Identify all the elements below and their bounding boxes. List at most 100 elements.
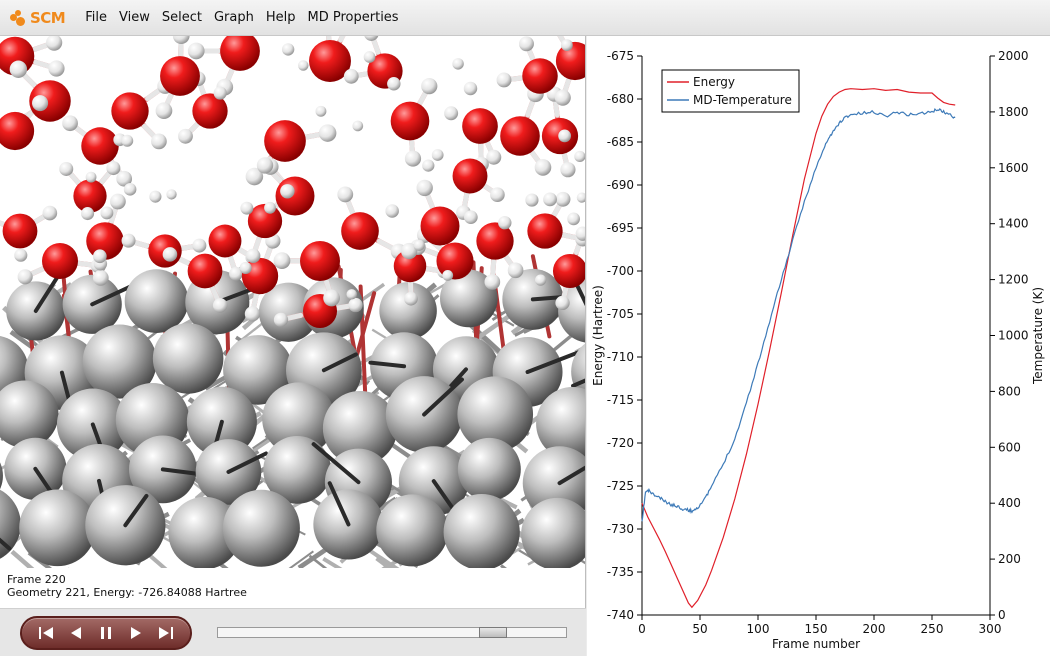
hydrogen-atom (178, 128, 193, 144)
oxygen-atom (462, 108, 498, 144)
hydrogen-atom (239, 261, 252, 274)
y-tick-label: -685 (607, 135, 634, 149)
oxygen-atom (452, 158, 488, 194)
step-back-icon (71, 627, 82, 639)
hydrogen-atom (59, 161, 74, 176)
oxygen-atom (420, 206, 460, 246)
skip-to-end-button[interactable] (154, 622, 176, 644)
hydrogen-atom (81, 207, 95, 221)
x-tick-label: 200 (863, 622, 886, 636)
metal-atom (558, 279, 585, 343)
oxygen-atom (275, 176, 315, 216)
step-forward-button[interactable] (125, 622, 147, 644)
hydrogen-atom (496, 72, 512, 88)
y-tick-label: -730 (607, 522, 634, 536)
x-tick-label: 0 (638, 622, 646, 636)
hydrogen-atom (121, 233, 136, 248)
y-tick-label: -735 (607, 565, 634, 579)
series-line-energy (641, 88, 956, 609)
hydrogen-atom (298, 60, 309, 71)
metal-atom (376, 494, 449, 567)
y-tick-label: -680 (607, 92, 634, 106)
hydrogen-atom (212, 298, 228, 313)
hydrogen-atom (244, 306, 261, 322)
hydrogen-atom (567, 212, 580, 226)
hydrogen-atom (240, 201, 254, 215)
molecule-viewport[interactable] (0, 36, 586, 568)
hydrogen-atom (431, 149, 444, 161)
hydrogen-atom (535, 274, 547, 286)
legend-entry: MD-Temperature (693, 93, 792, 107)
lattice-bond (148, 554, 168, 568)
skip-to-start-icon (38, 627, 53, 639)
energy-temperature-chart[interactable]: 0 50 100 150 200 250 300 -740 -735 -730 -725 -720 -7… (587, 36, 1050, 656)
hydrogen-atom (187, 42, 205, 60)
hydrogen-atom (404, 291, 418, 306)
menu-md-properties[interactable]: MD Properties (302, 10, 405, 25)
hydrogen-atom (519, 36, 534, 52)
hydrogen-atom (245, 248, 261, 264)
oxygen-atom (436, 242, 474, 280)
hydrogen-atom (17, 269, 33, 285)
frame-slider[interactable] (217, 627, 567, 638)
hydrogen-atom (315, 105, 327, 117)
y-tick-label: -675 (607, 49, 634, 63)
skip-to-end-icon (159, 627, 174, 639)
y2-tick-label: 1800 (998, 105, 1029, 119)
y2-tick-label: 1600 (998, 161, 1029, 175)
x-tick-label: 100 (747, 622, 770, 636)
hydrogen-atom (363, 51, 376, 63)
hydrogen-atom (48, 60, 65, 77)
hydrogen-atom (364, 36, 379, 41)
hydrogen-atom (421, 78, 438, 95)
menu-graph[interactable]: Graph (208, 10, 260, 25)
hydrogen-atom (498, 216, 512, 230)
oxygen-atom (187, 253, 223, 289)
oxygen-atom (500, 116, 540, 156)
md-properties-chart-panel: 0 50 100 150 200 250 300 -740 -735 -730 -725 -720 -7… (587, 36, 1050, 656)
x-tick-label: 250 (921, 622, 944, 636)
oxygen-atom (390, 101, 430, 141)
app-window: SCM File View Select Graph Help MD Prope… (0, 0, 1050, 656)
y2-tick-label: 200 (998, 552, 1021, 566)
oxygen-atom (264, 120, 306, 162)
menu-bar: SCM File View Select Graph Help MD Prope… (0, 0, 1050, 36)
pause-button[interactable] (95, 622, 117, 644)
y-tick-label: -705 (607, 307, 634, 321)
step-back-button[interactable] (65, 622, 87, 644)
hydrogen-atom (558, 129, 572, 143)
hydrogen-atom (110, 193, 126, 210)
oxygen-atom (527, 213, 563, 249)
hydrogen-atom (149, 190, 162, 203)
hydrogen-atom (46, 36, 63, 51)
menu-file[interactable]: File (79, 10, 113, 25)
hydrogen-atom (337, 186, 354, 203)
chart-legend: Energy MD-Temperature (661, 69, 800, 113)
metal-atom (379, 282, 437, 340)
hydrogen-atom (574, 150, 585, 163)
skip-to-start-button[interactable] (36, 622, 58, 644)
hydrogen-atom (560, 162, 576, 178)
hydrogen-atom (444, 106, 459, 121)
hydrogen-atom (32, 95, 49, 112)
y2-tick-label: 1400 (998, 217, 1029, 231)
o-h-bond (326, 36, 332, 43)
oxygen-atom (208, 224, 242, 258)
geometry-energy-label: Geometry 221, Energy: -726.84088 Hartree (7, 586, 247, 599)
y2-axis-label: Temperature (K) (1031, 287, 1045, 385)
menu-view[interactable]: View (113, 10, 156, 25)
hydrogen-atom (507, 262, 524, 279)
o-h-bond (0, 220, 6, 227)
frame-slider-thumb[interactable] (479, 627, 507, 638)
molecule-render[interactable] (0, 36, 586, 568)
hydrogen-atom (281, 43, 295, 56)
menu-select[interactable]: Select (156, 10, 208, 25)
menu-help[interactable]: Help (260, 10, 302, 25)
y-tick-label: -720 (607, 436, 634, 450)
y-tick-label: -725 (607, 479, 634, 493)
oxygen-atom (81, 127, 119, 165)
hydrogen-atom (100, 206, 114, 220)
y2-tick-label: 1000 (998, 329, 1029, 343)
hydrogen-atom (273, 252, 291, 270)
hydrogen-atom (9, 60, 28, 78)
